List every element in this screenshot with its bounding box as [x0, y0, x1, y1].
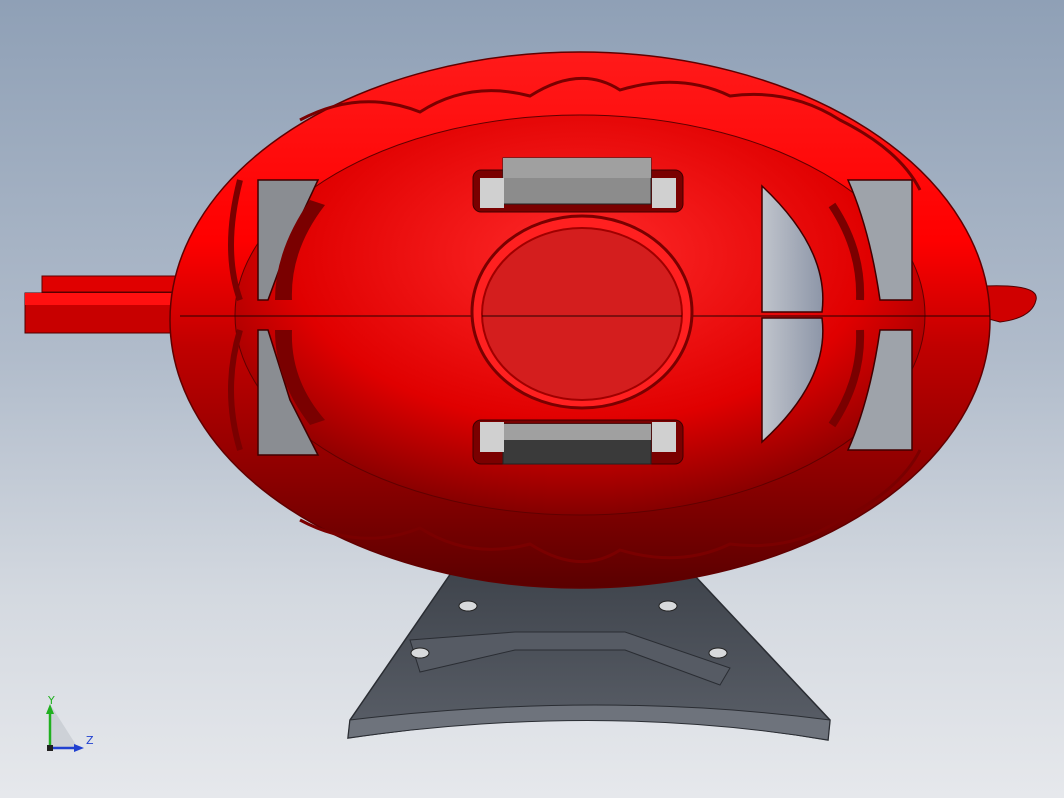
model-3d[interactable]: [0, 0, 1064, 798]
orientation-triad: Y Z: [46, 696, 94, 752]
top-slot: [472, 157, 684, 213]
graphics-viewport[interactable]: Y Z: [0, 0, 1064, 798]
triad-plane: [50, 704, 78, 748]
triad-origin: [47, 745, 53, 751]
z-axis-label: Z: [86, 734, 94, 747]
mount-hole: [410, 647, 430, 659]
right-cap[interactable]: [984, 285, 1037, 323]
center-emblem[interactable]: [470, 214, 694, 410]
y-axis-label: Y: [47, 696, 55, 707]
mount-hole: [658, 600, 678, 612]
mount-hole: [458, 600, 478, 612]
mount-hole: [708, 647, 728, 659]
z-axis-arrow: [74, 744, 84, 752]
bottom-slot: [472, 419, 684, 465]
